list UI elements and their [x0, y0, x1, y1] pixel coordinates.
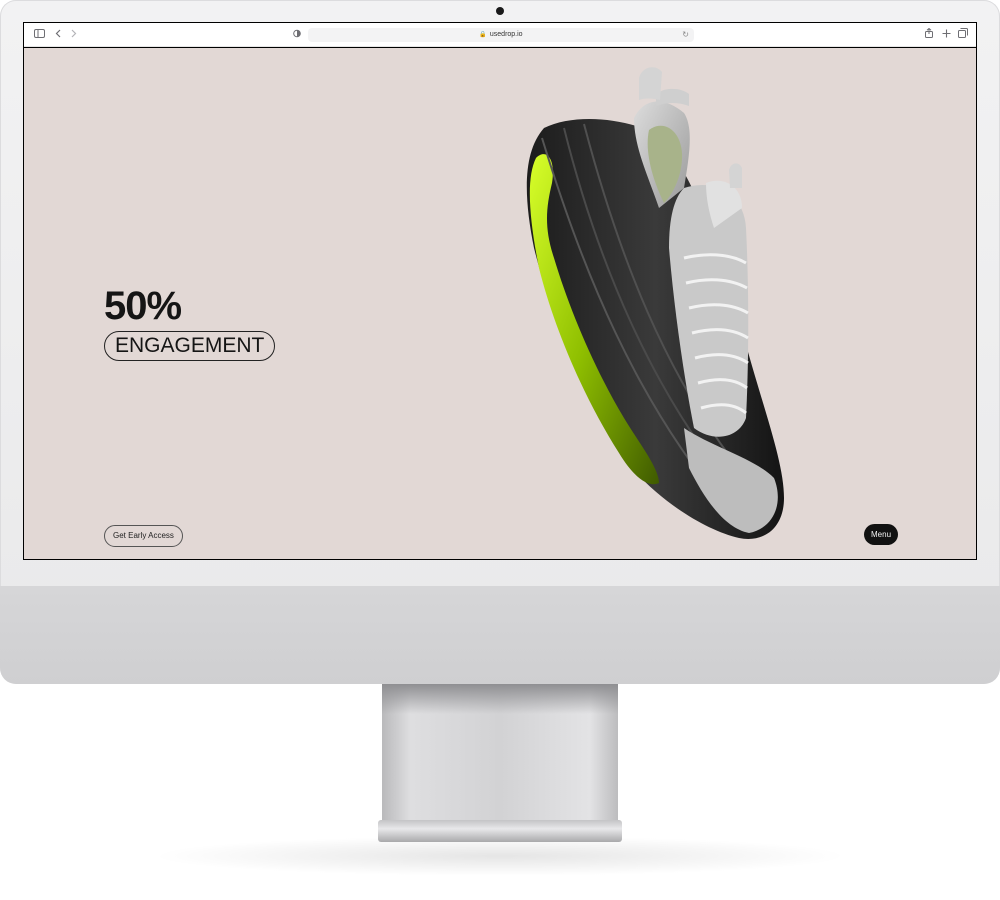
plus-icon[interactable]: [939, 28, 953, 42]
tabs-icon[interactable]: [956, 28, 970, 42]
get-early-access-button[interactable]: Get Early Access: [104, 525, 183, 547]
reload-icon[interactable]: ↻: [682, 28, 689, 42]
chevron-left-icon[interactable]: [51, 28, 65, 42]
share-icon[interactable]: [922, 27, 936, 42]
stat-label-pill: ENGAGEMENT: [104, 331, 276, 361]
screen: 🔒 usedrop.io ↻ 50% ENGAGEMENT Get Early …: [23, 22, 977, 560]
shield-icon[interactable]: [290, 28, 304, 42]
browser-toolbar: 🔒 usedrop.io ↻: [24, 23, 976, 47]
landing-page: 50% ENGAGEMENT Get Early Access Menu: [24, 48, 976, 559]
address-bar[interactable]: 🔒 usedrop.io ↻: [308, 28, 694, 42]
monitor-stand: [382, 684, 618, 820]
stat-value: 50%: [104, 284, 182, 328]
sidebar-icon[interactable]: [32, 28, 46, 42]
url-text: usedrop.io: [489, 31, 523, 38]
monitor-chin: [0, 586, 1000, 684]
camera: [496, 7, 504, 15]
monitor: 🔒 usedrop.io ↻ 50% ENGAGEMENT Get Early …: [0, 0, 1000, 684]
chevron-right-icon[interactable]: [67, 28, 81, 42]
lock-icon: 🔒: [479, 32, 487, 38]
monitor-stand-foot: [378, 820, 622, 842]
stand-shadow: [150, 836, 850, 876]
menu-button[interactable]: Menu: [864, 524, 899, 545]
sneaker-image: [526, 67, 784, 539]
